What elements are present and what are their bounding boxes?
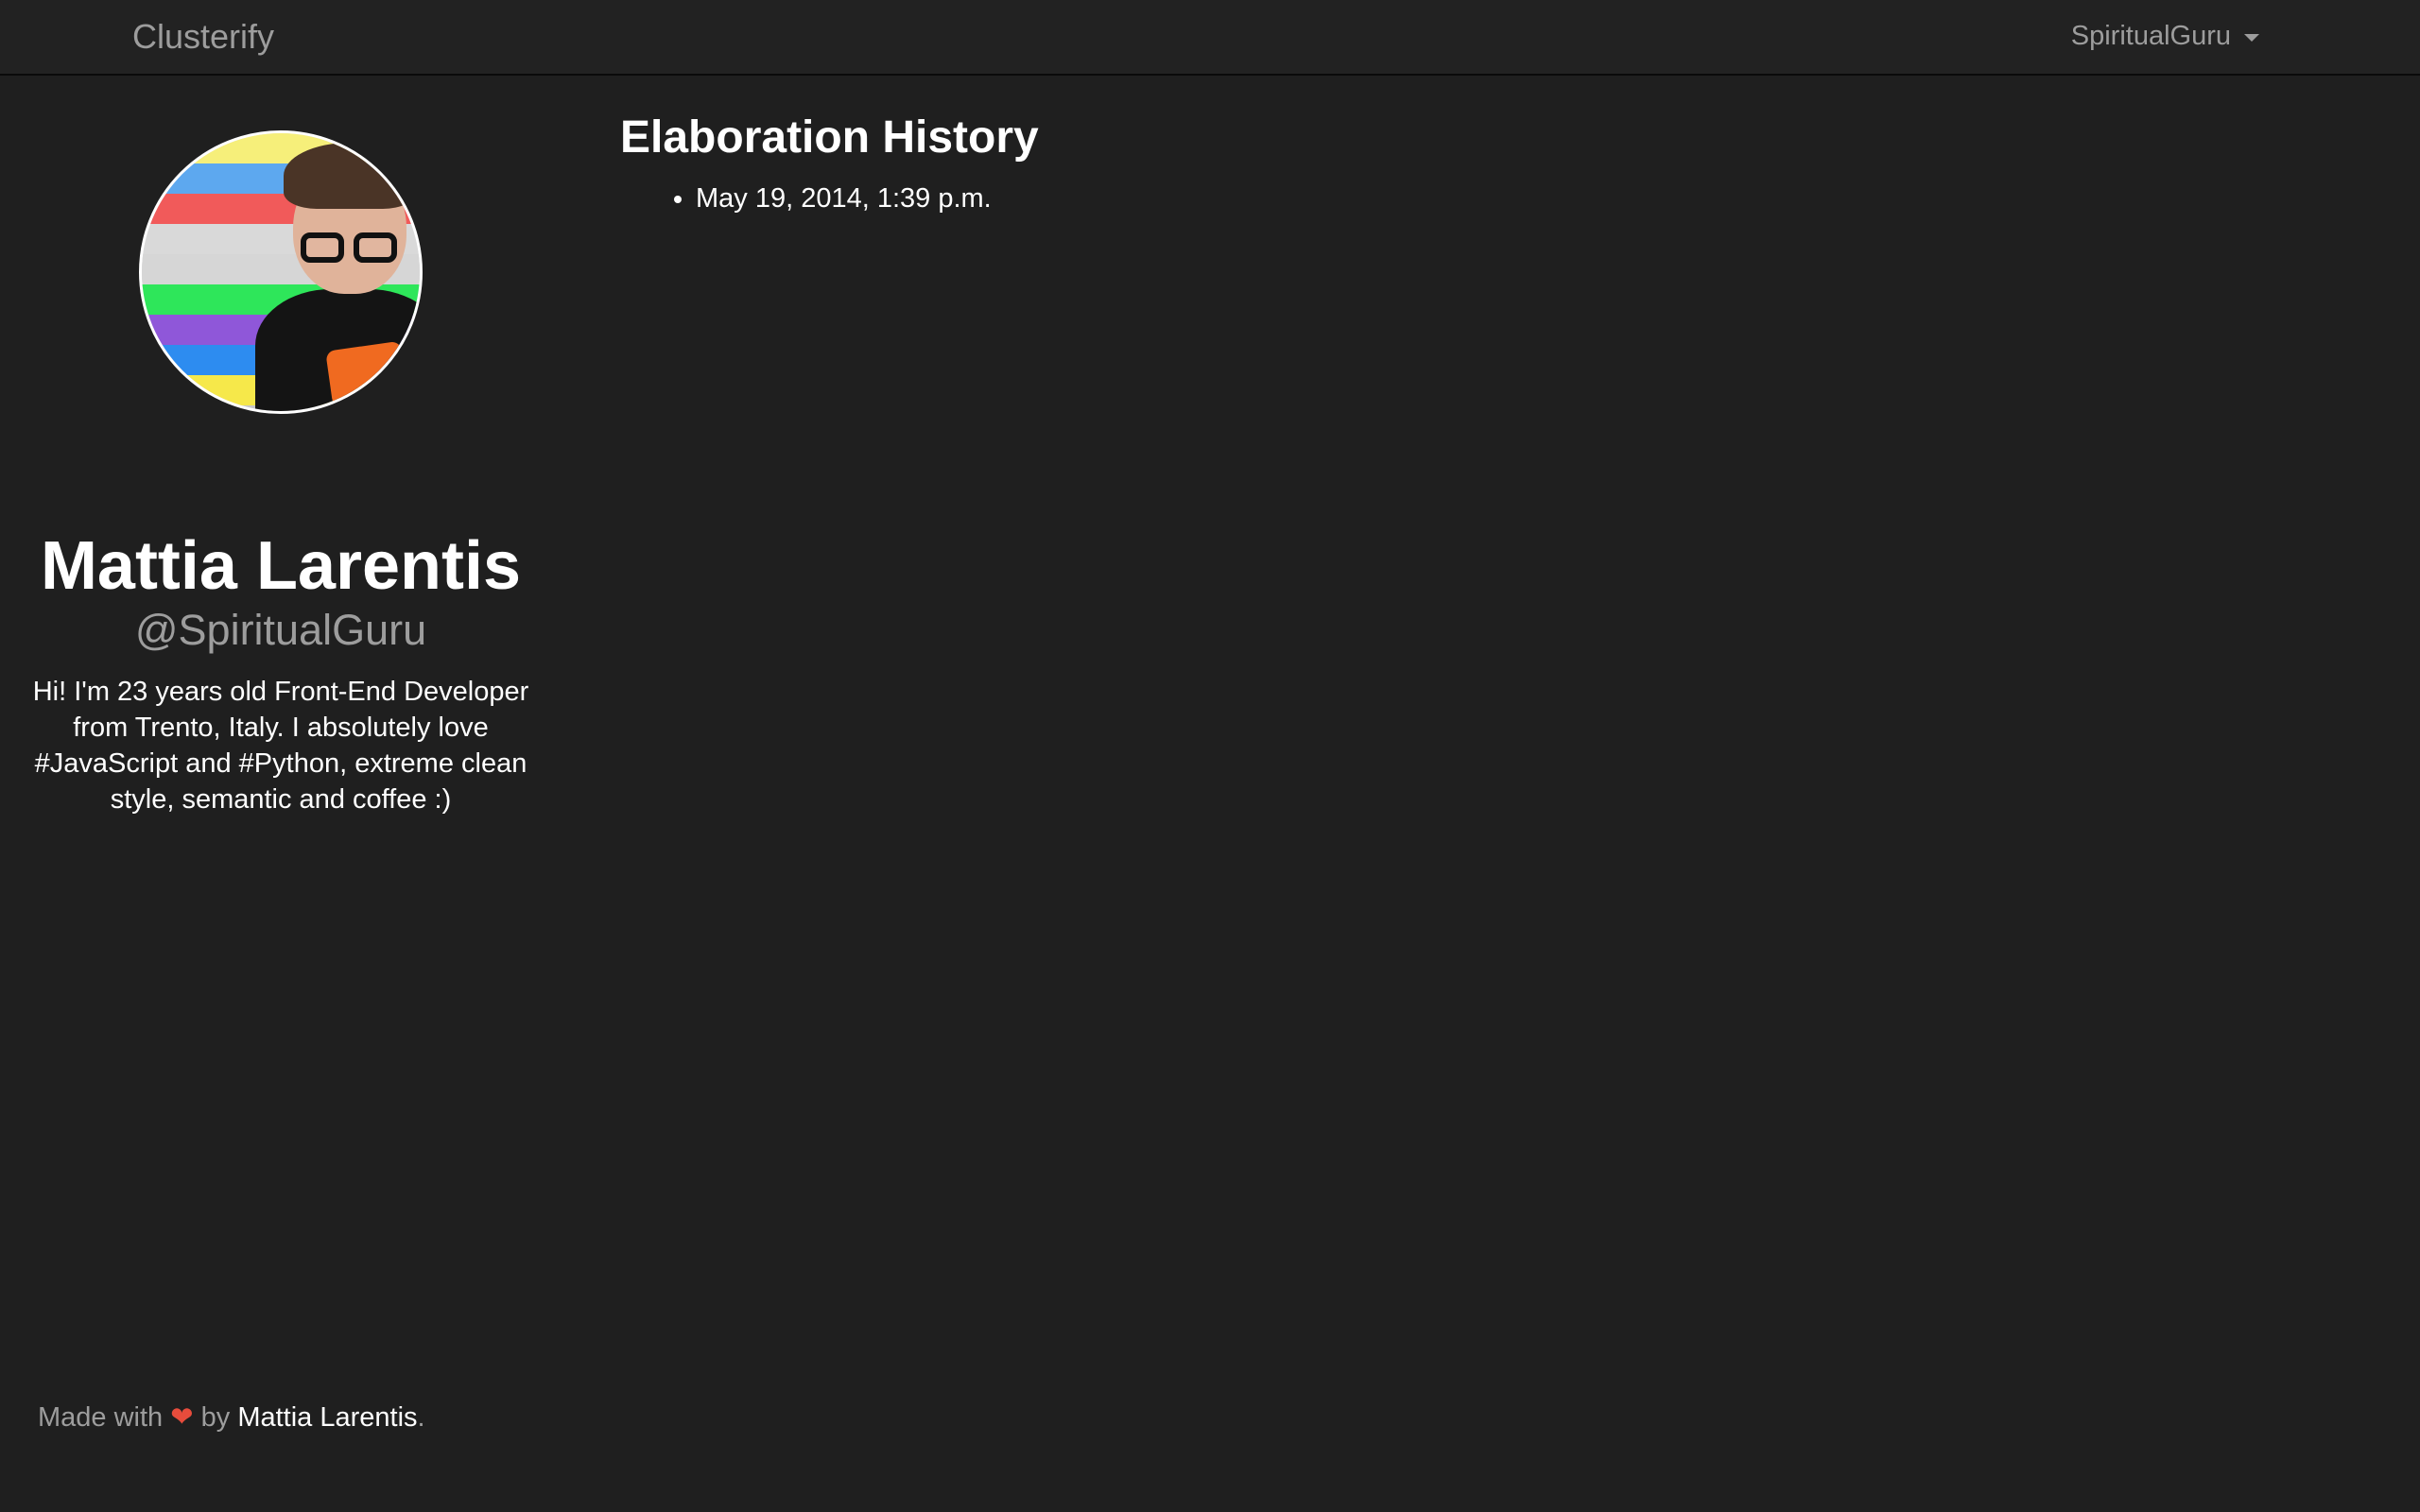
footer-author-link[interactable]: Mattia Larentis <box>237 1402 417 1433</box>
chevron-down-icon <box>2244 34 2259 42</box>
list-item: May 19, 2014, 1:39 p.m. <box>696 180 992 217</box>
brand-link[interactable]: Clusterify <box>132 17 274 57</box>
user-menu-label: SpiritualGuru <box>2070 21 2231 51</box>
profile-name: Mattia Larentis <box>40 528 522 604</box>
elaboration-history-list: May 19, 2014, 1:39 p.m. <box>620 180 992 217</box>
profile-handle: @SpiritualGuru <box>134 606 427 654</box>
footer-made-with: Made with <box>38 1402 164 1433</box>
footer-period: . <box>417 1402 425 1433</box>
profile-bio: Hi! I'm 23 years old Front-End Developer… <box>32 677 529 815</box>
footer-by: by <box>200 1402 231 1433</box>
top-navbar: Clusterify SpiritualGuru <box>0 0 2420 76</box>
heart-icon: ❤ <box>170 1402 194 1433</box>
footer: Made with ❤ by Mattia Larentis. <box>38 1399 425 1436</box>
avatar-person <box>255 133 420 411</box>
user-menu-dropdown[interactable]: SpiritualGuru <box>2071 21 2259 52</box>
avatar <box>139 130 423 414</box>
page-title: Elaboration History <box>620 112 1039 163</box>
